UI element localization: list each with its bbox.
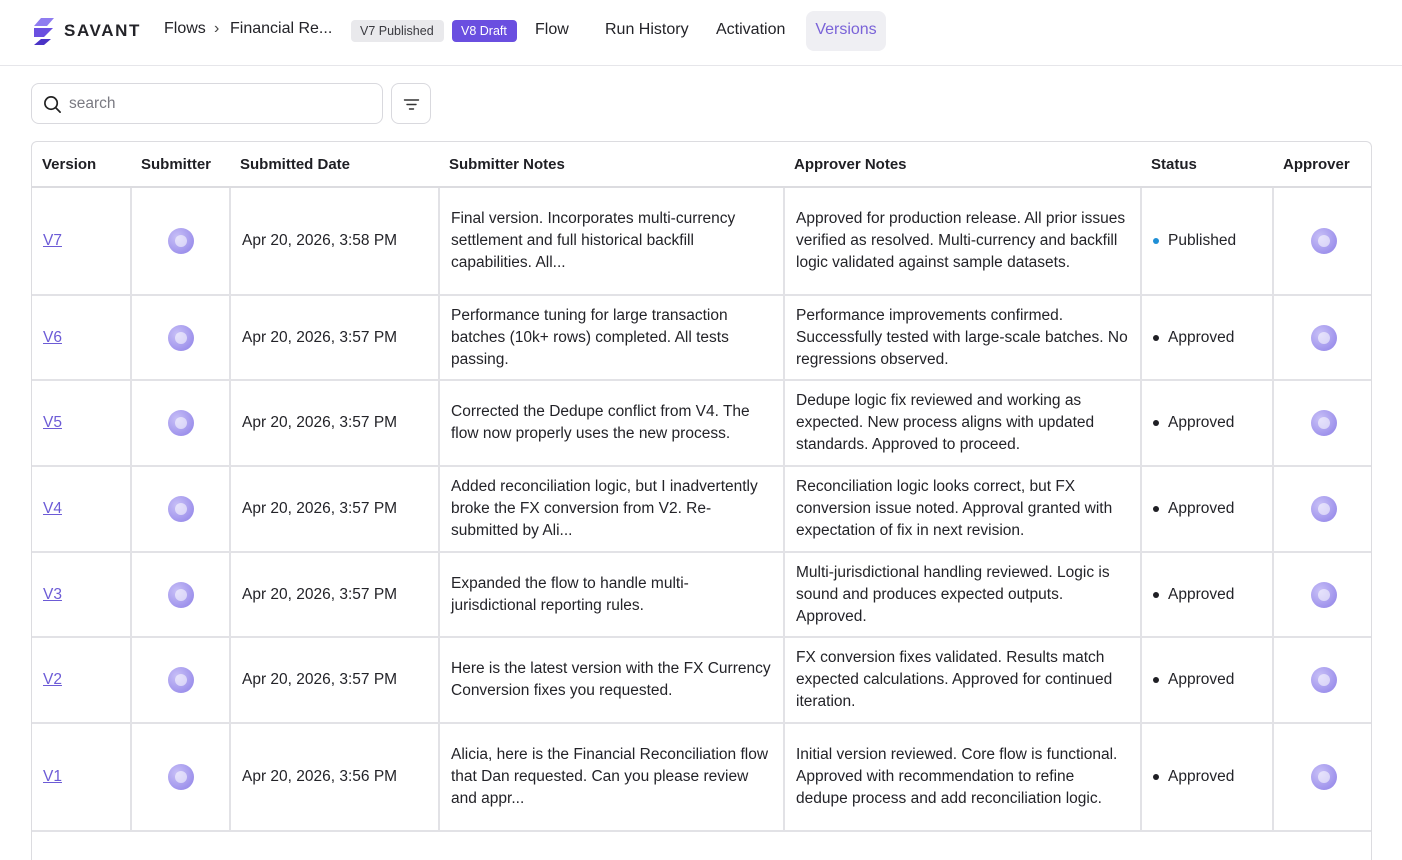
table-row[interactable]: V5 Apr 20, 2026, 3:57 PM Corrected the D… bbox=[32, 380, 1371, 467]
approver-notes: Initial version reviewed. Core flow is f… bbox=[784, 723, 1142, 832]
breadcrumb-current: Financial Re... bbox=[230, 20, 333, 37]
table-row[interactable]: V4 Apr 20, 2026, 3:57 PM Added reconcili… bbox=[32, 466, 1371, 553]
approver-notes: Approved for production release. All pri… bbox=[784, 187, 1142, 296]
approver-avatar[interactable] bbox=[1310, 496, 1337, 522]
table-row[interactable]: V7 Apr 20, 2026, 3:58 PM Final version. … bbox=[32, 187, 1371, 296]
approver-notes: FX conversion fixes validated. Results m… bbox=[784, 637, 1142, 724]
version-link[interactable]: V3 bbox=[43, 586, 62, 603]
breadcrumb-separator: › bbox=[214, 20, 220, 37]
submitter-notes: Corrected the Dedupe conflict from V4. T… bbox=[439, 380, 785, 467]
approver-avatar[interactable] bbox=[1310, 228, 1337, 254]
filter-button[interactable] bbox=[391, 83, 431, 124]
submitted-date: Apr 20, 2026, 3:57 PM bbox=[230, 466, 440, 553]
table-row[interactable]: V2 Apr 20, 2026, 3:57 PM Here is the lat… bbox=[32, 637, 1371, 724]
approver-avatar[interactable] bbox=[1310, 410, 1337, 436]
submitted-date: Apr 20, 2026, 3:57 PM bbox=[230, 295, 440, 381]
status-badge: Approved bbox=[1153, 584, 1261, 606]
status-label: Published bbox=[1168, 232, 1237, 249]
status-dot bbox=[1153, 238, 1159, 244]
approver-notes: Dedupe logic fix reviewed and working as… bbox=[784, 380, 1142, 467]
submitted-date: Apr 20, 2026, 3:58 PM bbox=[230, 187, 440, 296]
status-label: Approved bbox=[1168, 671, 1235, 688]
breadcrumb-flows[interactable]: Flows bbox=[164, 20, 206, 38]
status-dot bbox=[1153, 420, 1159, 426]
status-badge: Published bbox=[1153, 230, 1261, 252]
submitter-notes: Expanded the flow to handle multi-jurisd… bbox=[439, 552, 785, 638]
status-badge: Approved bbox=[1153, 669, 1261, 691]
status-badge: Approved bbox=[1153, 766, 1261, 788]
submitter-notes: Here is the latest version with the FX C… bbox=[439, 637, 785, 724]
submitted-date: Apr 20, 2026, 3:57 PM bbox=[230, 552, 440, 638]
submitted-date: Apr 20, 2026, 3:57 PM bbox=[230, 637, 440, 724]
approver-avatar[interactable] bbox=[1310, 581, 1337, 608]
column-header-submitter-notes[interactable]: Submitter Notes bbox=[439, 142, 784, 188]
tab-activation[interactable]: Activation bbox=[708, 11, 793, 51]
version-link[interactable]: V4 bbox=[43, 500, 62, 517]
status-badge: Approved bbox=[1153, 412, 1261, 434]
status-dot bbox=[1153, 677, 1159, 683]
column-header-approver-notes[interactable]: Approver Notes bbox=[784, 142, 1141, 188]
approver-notes: Reconciliation logic looks correct, but … bbox=[784, 466, 1142, 553]
status-label: Approved bbox=[1168, 500, 1235, 517]
column-header-submitter[interactable]: Submitter bbox=[131, 142, 230, 188]
version-link[interactable]: V5 bbox=[43, 414, 62, 431]
column-header-approver[interactable]: Approver bbox=[1273, 142, 1371, 188]
savant-logo-icon bbox=[34, 18, 54, 45]
submitter-notes: Alicia, here is the Financial Reconcilia… bbox=[439, 723, 785, 832]
tab-versions[interactable]: Versions bbox=[806, 11, 886, 51]
versions-table: Version Submitter Submitted Date Submitt… bbox=[31, 141, 1372, 860]
submitter-avatar[interactable] bbox=[167, 581, 194, 608]
filter-icon bbox=[403, 99, 420, 110]
table-header-row: Version Submitter Submitted Date Submitt… bbox=[32, 142, 1371, 188]
table-row[interactable]: V6 Apr 20, 2026, 3:57 PM Performance tun… bbox=[32, 295, 1371, 381]
search-icon bbox=[44, 96, 61, 113]
published-version-badge: V7 Published bbox=[351, 20, 444, 42]
tab-flow[interactable]: Flow bbox=[527, 11, 577, 51]
status-dot bbox=[1153, 506, 1159, 512]
status-dot bbox=[1153, 591, 1159, 598]
top-bar: SAVANT Flows › Financial Re... V7 Publis… bbox=[0, 0, 1402, 66]
submitted-date: Apr 20, 2026, 3:57 PM bbox=[230, 380, 440, 467]
status-dot bbox=[1153, 334, 1159, 341]
column-header-status[interactable]: Status bbox=[1141, 142, 1273, 188]
status-label: Approved bbox=[1168, 328, 1235, 346]
brand-logo[interactable]: SAVANT bbox=[31, 16, 141, 46]
search-box bbox=[31, 83, 383, 124]
approver-avatar[interactable] bbox=[1310, 764, 1337, 790]
approver-notes: Multi-jurisdictional handling reviewed. … bbox=[784, 552, 1142, 638]
status-dot bbox=[1153, 774, 1159, 780]
status-label: Approved bbox=[1168, 585, 1235, 603]
table-row[interactable]: V1 Apr 20, 2026, 3:56 PM Alicia, here is… bbox=[32, 723, 1371, 832]
status-badge: Approved bbox=[1153, 498, 1261, 520]
status-label: Approved bbox=[1168, 768, 1235, 785]
submitter-avatar[interactable] bbox=[167, 496, 194, 522]
submitted-date: Apr 20, 2026, 3:56 PM bbox=[230, 723, 440, 832]
submitter-notes: Performance tuning for large transaction… bbox=[439, 295, 785, 381]
submitter-avatar[interactable] bbox=[167, 410, 194, 436]
status-badge: Approved bbox=[1153, 327, 1261, 349]
approver-avatar[interactable] bbox=[1310, 667, 1337, 693]
submitter-avatar[interactable] bbox=[167, 667, 194, 693]
version-link[interactable]: V6 bbox=[43, 329, 62, 346]
version-link[interactable]: V2 bbox=[43, 671, 62, 688]
status-label: Approved bbox=[1168, 414, 1235, 431]
tab-run-history[interactable]: Run History bbox=[597, 11, 697, 51]
submitter-avatar[interactable] bbox=[167, 324, 194, 351]
submitter-notes: Final version. Incorporates multi-curren… bbox=[439, 187, 785, 296]
approver-notes: Performance improvements confirmed. Succ… bbox=[784, 295, 1142, 381]
submitter-avatar[interactable] bbox=[167, 764, 194, 790]
submitter-avatar[interactable] bbox=[167, 228, 194, 254]
table-row[interactable]: V3 Apr 20, 2026, 3:57 PM Expanded the fl… bbox=[32, 552, 1371, 638]
brand-name: SAVANT bbox=[64, 21, 141, 40]
approver-avatar[interactable] bbox=[1310, 324, 1337, 351]
version-link[interactable]: V7 bbox=[43, 232, 62, 249]
submitter-notes: Added reconciliation logic, but I inadve… bbox=[439, 466, 785, 553]
search-input[interactable] bbox=[69, 90, 369, 118]
draft-version-badge: V8 Draft bbox=[452, 20, 517, 42]
version-link[interactable]: V1 bbox=[43, 768, 62, 785]
column-header-submitted-date[interactable]: Submitted Date bbox=[230, 142, 439, 188]
column-header-version[interactable]: Version bbox=[32, 142, 131, 188]
